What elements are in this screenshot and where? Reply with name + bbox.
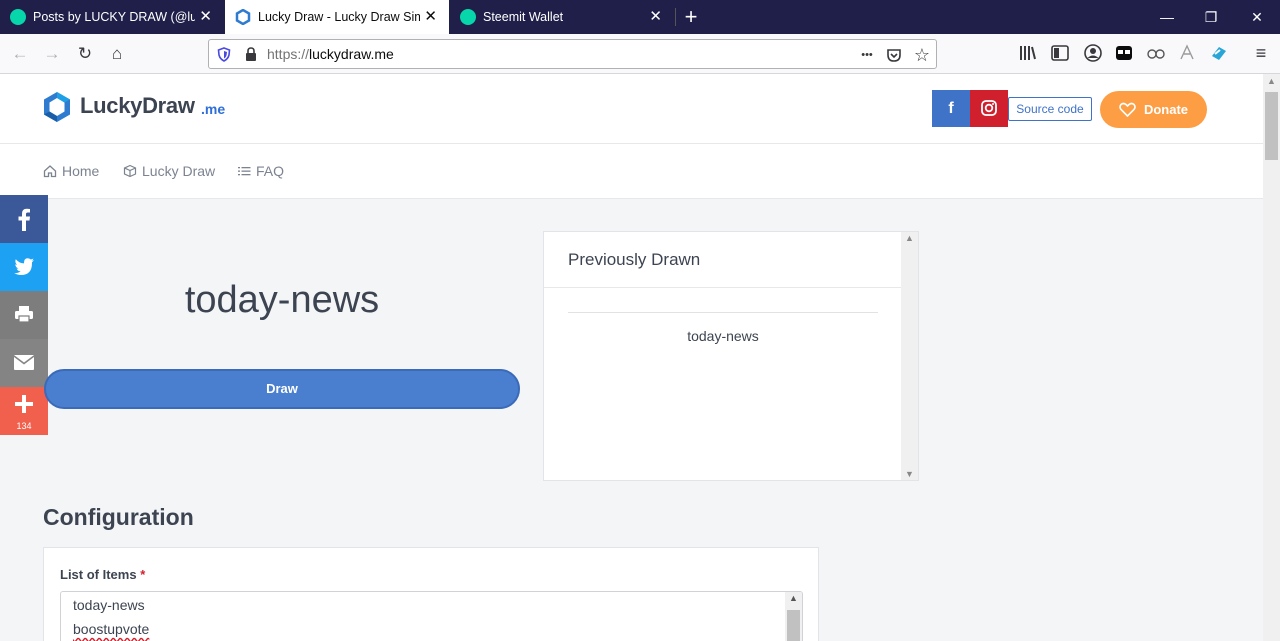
- url-bar[interactable]: https://luckydraw.me ••• ☆: [208, 39, 937, 69]
- restore-button[interactable]: ❐: [1188, 0, 1234, 34]
- tab-steemit-wallet[interactable]: Steemit Wallet ✕: [450, 0, 674, 34]
- required-mark: *: [140, 567, 146, 582]
- close-window-button[interactable]: ✕: [1234, 0, 1280, 34]
- extension-icon[interactable]: [1176, 42, 1198, 64]
- facebook-button[interactable]: f: [932, 90, 970, 127]
- scroll-up-icon[interactable]: ▲: [789, 593, 798, 603]
- list-divider: [568, 312, 878, 313]
- forward-button[interactable]: →: [40, 42, 64, 66]
- textarea-scrollbar[interactable]: ▲: [785, 592, 802, 641]
- donate-button[interactable]: Donate: [1100, 91, 1207, 128]
- previously-drawn-card: Previously Drawn today-news ▲ ▼: [543, 231, 919, 481]
- logo-text[interactable]: LuckyDraw: [80, 93, 195, 119]
- instagram-icon: [981, 100, 997, 116]
- scroll-up-icon[interactable]: ▲: [1267, 76, 1276, 86]
- main-nav: Home Lucky Draw FAQ: [0, 144, 1263, 199]
- scrollbar-thumb[interactable]: [787, 610, 800, 641]
- pocket-icon[interactable]: [885, 46, 903, 64]
- bookmark-star-icon[interactable]: ☆: [912, 45, 932, 65]
- previously-drawn-title: Previously Drawn: [568, 250, 701, 269]
- page-content: LuckyDraw .me f Source code Donate Home: [0, 74, 1263, 641]
- close-tab-icon[interactable]: ✕: [199, 9, 212, 25]
- previously-drawn-scrollbar[interactable]: ▲ ▼: [901, 232, 918, 480]
- plus-icon: [15, 395, 33, 413]
- back-button[interactable]: ←: [8, 42, 32, 66]
- scrollbar-thumb[interactable]: [1265, 92, 1278, 160]
- share-more-button[interactable]: 134: [0, 387, 48, 435]
- share-facebook-button[interactable]: [0, 195, 48, 243]
- page-actions-more-icon[interactable]: •••: [857, 45, 877, 65]
- tab-title: Steemit Wallet: [483, 10, 564, 24]
- home-button[interactable]: ⌂: [105, 42, 129, 66]
- source-code-button[interactable]: Source code: [1008, 97, 1092, 121]
- lock-icon[interactable]: [244, 46, 258, 62]
- tab-posts-by-lucky-draw[interactable]: Posts by LUCKY DRAW (@lucky ✕: [0, 0, 224, 34]
- new-tab-button[interactable]: +: [680, 4, 702, 30]
- tab-title: Lucky Draw - Lucky Draw Simul: [258, 10, 420, 24]
- nav-item-label: Lucky Draw: [142, 163, 216, 179]
- close-tab-icon[interactable]: ✕: [424, 9, 437, 25]
- draw-button[interactable]: Draw: [44, 369, 520, 409]
- share-print-button[interactable]: [0, 291, 48, 339]
- close-tab-icon[interactable]: ✕: [649, 9, 662, 25]
- box-icon: [123, 164, 137, 178]
- list-item: today-news: [73, 597, 145, 613]
- tracking-protection-shield-icon[interactable]: [217, 47, 231, 62]
- reload-button[interactable]: ↻: [73, 42, 97, 66]
- nav-item-lucky-draw[interactable]: Lucky Draw: [123, 163, 215, 179]
- nav-item-home[interactable]: Home: [43, 163, 99, 179]
- luckydraw-logo-icon[interactable]: [42, 90, 72, 124]
- extension-icon[interactable]: [1208, 42, 1230, 64]
- tab-title: Posts by LUCKY DRAW (@lucky: [33, 10, 195, 24]
- list-icon: [238, 167, 251, 176]
- heart-icon: [1119, 102, 1136, 117]
- nav-item-label: FAQ: [256, 163, 285, 179]
- share-twitter-button[interactable]: [0, 243, 48, 291]
- tab-separator: [675, 8, 676, 26]
- account-icon[interactable]: [1082, 42, 1104, 64]
- list-item: boostupvote: [73, 621, 150, 637]
- sidebar-icon[interactable]: [1049, 42, 1071, 64]
- nav-item-faq[interactable]: FAQ: [238, 163, 284, 179]
- instagram-button[interactable]: [970, 90, 1008, 127]
- logo-suffix: .me: [201, 101, 226, 117]
- list-item: today-news: [687, 328, 759, 344]
- browser-tab-bar: Posts by LUCKY DRAW (@lucky ✕ Lucky Draw…: [0, 0, 1280, 34]
- site-header: LuckyDraw .me f Source code Donate: [0, 74, 1263, 144]
- home-icon: [43, 165, 57, 178]
- facebook-icon: [18, 208, 30, 231]
- current-draw-result: today-news: [184, 279, 380, 321]
- print-icon: [15, 306, 33, 323]
- page-scrollbar[interactable]: ▲: [1263, 74, 1280, 641]
- url-text[interactable]: https://luckydraw.me: [267, 46, 394, 62]
- email-icon: [13, 355, 35, 370]
- list-of-items-label: List of Items *: [60, 567, 145, 582]
- donate-label: Donate: [1143, 102, 1189, 117]
- scroll-up-icon[interactable]: ▲: [905, 233, 914, 243]
- extension-icon[interactable]: [1145, 42, 1167, 64]
- steemit-favicon-icon: [460, 9, 476, 25]
- minimize-button[interactable]: —: [1144, 0, 1190, 34]
- library-icon[interactable]: [1017, 42, 1039, 64]
- steemit-favicon-icon: [10, 9, 26, 25]
- configuration-title: Configuration: [43, 504, 194, 530]
- nav-item-label: Home: [62, 163, 100, 179]
- url-host: luckydraw.me: [309, 46, 394, 62]
- share-count: 134: [16, 421, 32, 431]
- url-protocol: https://: [267, 46, 310, 62]
- list-of-items-textarea[interactable]: today-news boostupvote ▲: [60, 591, 803, 641]
- scroll-down-icon[interactable]: ▼: [905, 469, 914, 479]
- tab-lucky-draw[interactable]: Lucky Draw - Lucky Draw Simul ✕: [225, 0, 449, 34]
- card-divider: [544, 287, 902, 288]
- list-label-text: List of Items: [60, 567, 137, 582]
- hamburger-menu-icon[interactable]: ≡: [1250, 42, 1272, 64]
- extension-icon[interactable]: [1113, 42, 1135, 64]
- twitter-icon: [14, 258, 34, 275]
- share-email-button[interactable]: [0, 339, 48, 387]
- luckydraw-favicon-icon: [235, 9, 251, 25]
- configuration-card: List of Items * today-news boostupvote ▲: [43, 547, 819, 641]
